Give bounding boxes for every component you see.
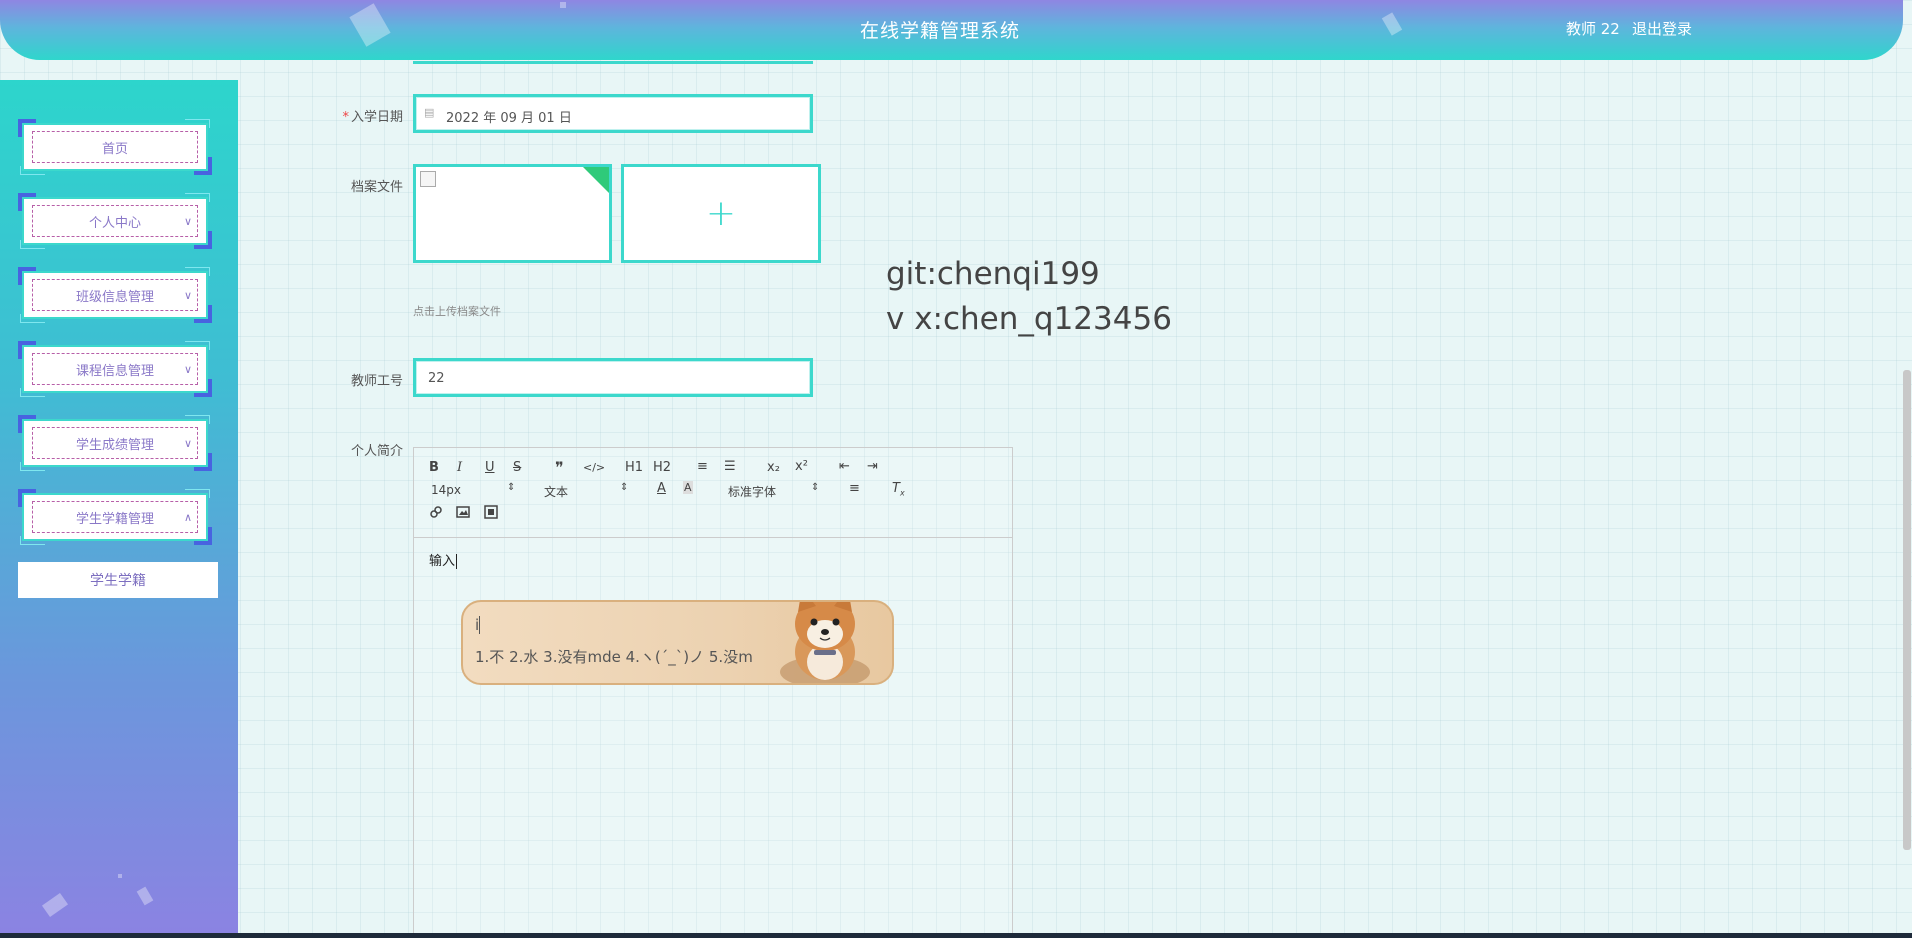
- blockquote-button[interactable]: ❞: [555, 458, 564, 477]
- sidebar-item-label: 课程信息管理: [32, 353, 198, 385]
- code-block-button[interactable]: </>: [583, 461, 605, 474]
- bullet-list-button[interactable]: ☰: [724, 459, 736, 474]
- superscript-button[interactable]: x²: [795, 459, 808, 474]
- ime-candidate-popup: i 1.不 2.水 3.没有mde 4.ヽ(ˊ_ˋ)ノ 5.没m: [461, 600, 894, 685]
- intro-label: 个人简介: [350, 444, 403, 459]
- clear-format-button[interactable]: Tx: [892, 481, 905, 498]
- subscript-button[interactable]: x₂: [767, 460, 780, 475]
- video-icon[interactable]: [484, 505, 498, 523]
- broken-image-icon: [420, 171, 436, 187]
- select-arrows-icon: ⇕: [811, 482, 820, 493]
- chevron-down-icon: ∨: [183, 214, 192, 228]
- enroll-date-label: * 入学日期: [342, 110, 403, 125]
- teacher-id-value: 22: [428, 371, 445, 386]
- font-size-select[interactable]: 14px: [431, 483, 461, 497]
- upload-hint: 点击上传档案文件: [413, 305, 501, 318]
- sidebar-decoration: [118, 874, 122, 878]
- upload-success-corner: [583, 167, 609, 193]
- underline-button[interactable]: U: [485, 460, 495, 475]
- plus-icon: +: [705, 193, 737, 234]
- sidebar-item-home[interactable]: 首页: [18, 119, 212, 175]
- header-select[interactable]: 文本: [544, 483, 568, 500]
- rich-text-editor[interactable]: B I U S ❞ </> H1 H2 ≡ ☰ x₂ x² ⇤ ⇥ 14px ⇕…: [413, 447, 1013, 938]
- required-mark: *: [342, 110, 349, 125]
- indent-button[interactable]: ⇥: [867, 459, 878, 474]
- italic-button[interactable]: I: [457, 460, 462, 475]
- vertical-scrollbar[interactable]: [1903, 370, 1911, 850]
- sidebar-decoration: [41, 892, 69, 918]
- sidebar-item-label: 首页: [32, 131, 198, 163]
- chevron-up-icon: ∧: [183, 510, 192, 524]
- top-header: 在线学籍管理系统 教师 22 退出登录: [0, 0, 1903, 60]
- sidebar-item-course-management[interactable]: 课程信息管理 ∨: [18, 341, 212, 397]
- ordered-list-button[interactable]: ≡: [697, 459, 708, 474]
- select-arrows-icon: ⇕: [507, 482, 516, 493]
- font-color-button[interactable]: A: [657, 481, 666, 496]
- overlay-text-line1: git:chenqi199: [886, 256, 1100, 292]
- enroll-date-value: 2022 年 09 月 01 日: [446, 111, 572, 126]
- sidebar-subitem-student-status[interactable]: 学生学籍: [18, 562, 218, 598]
- upload-button[interactable]: +: [621, 164, 821, 263]
- bottom-taskbar-edge: [0, 933, 1912, 938]
- header-decoration: [560, 2, 566, 8]
- sidebar-item-label: 学生成绩管理: [32, 427, 198, 459]
- sidebar-item-personal-center[interactable]: 个人中心 ∨: [18, 193, 212, 249]
- sidebar-decoration: [136, 886, 154, 906]
- field-edge: [413, 56, 813, 64]
- text-cursor: [456, 554, 458, 569]
- archive-label: 档案文件: [350, 180, 403, 195]
- sidebar-item-class-management[interactable]: 班级信息管理 ∨: [18, 267, 212, 323]
- font-family-select[interactable]: 标准字体: [728, 483, 776, 500]
- sidebar-item-label: 个人中心: [32, 205, 198, 237]
- uploaded-file-preview[interactable]: [413, 164, 612, 263]
- logout-link[interactable]: 退出登录: [1632, 18, 1692, 39]
- align-button[interactable]: ≡: [849, 481, 860, 496]
- enroll-date-input[interactable]: ▤ 2022 年 09 月 01 日: [413, 94, 813, 133]
- h1-button[interactable]: H1: [625, 460, 643, 475]
- editor-content[interactable]: 输入: [429, 550, 458, 569]
- current-user: 教师 22: [1566, 20, 1620, 38]
- sidebar-item-label: 班级信息管理: [32, 279, 198, 311]
- teacher-id-input[interactable]: 22: [413, 358, 813, 397]
- editor-toolbar: B I U S ❞ </> H1 H2 ≡ ☰ x₂ x² ⇤ ⇥ 14px ⇕…: [414, 448, 1012, 538]
- image-icon[interactable]: [456, 505, 470, 523]
- outdent-button[interactable]: ⇤: [839, 459, 850, 474]
- shiba-dog-illustration: [780, 602, 870, 683]
- sidebar-item-grade-management[interactable]: 学生成绩管理 ∨: [18, 415, 212, 471]
- ime-composition: i: [475, 616, 481, 634]
- calendar-icon: ▤: [424, 106, 435, 119]
- strike-button[interactable]: S: [513, 460, 521, 475]
- link-icon[interactable]: [429, 505, 443, 523]
- chevron-down-icon: ∨: [183, 288, 192, 302]
- overlay-text-line2: v x:chen_q123456: [886, 301, 1172, 337]
- sidebar-item-label: 学生学籍管理: [32, 501, 198, 533]
- bold-button[interactable]: B: [429, 460, 439, 475]
- teacher-id-label: 教师工号: [350, 374, 403, 389]
- chevron-down-icon: ∨: [183, 362, 192, 376]
- ime-candidates[interactable]: 1.不 2.水 3.没有mde 4.ヽ(ˊ_ˋ)ノ 5.没m: [475, 646, 753, 667]
- select-arrows-icon: ⇕: [620, 482, 629, 493]
- background-color-button[interactable]: A: [683, 481, 693, 494]
- chevron-down-icon: ∨: [183, 436, 192, 450]
- sidebar-item-status-management[interactable]: 学生学籍管理 ∧: [18, 489, 212, 545]
- h2-button[interactable]: H2: [653, 460, 671, 475]
